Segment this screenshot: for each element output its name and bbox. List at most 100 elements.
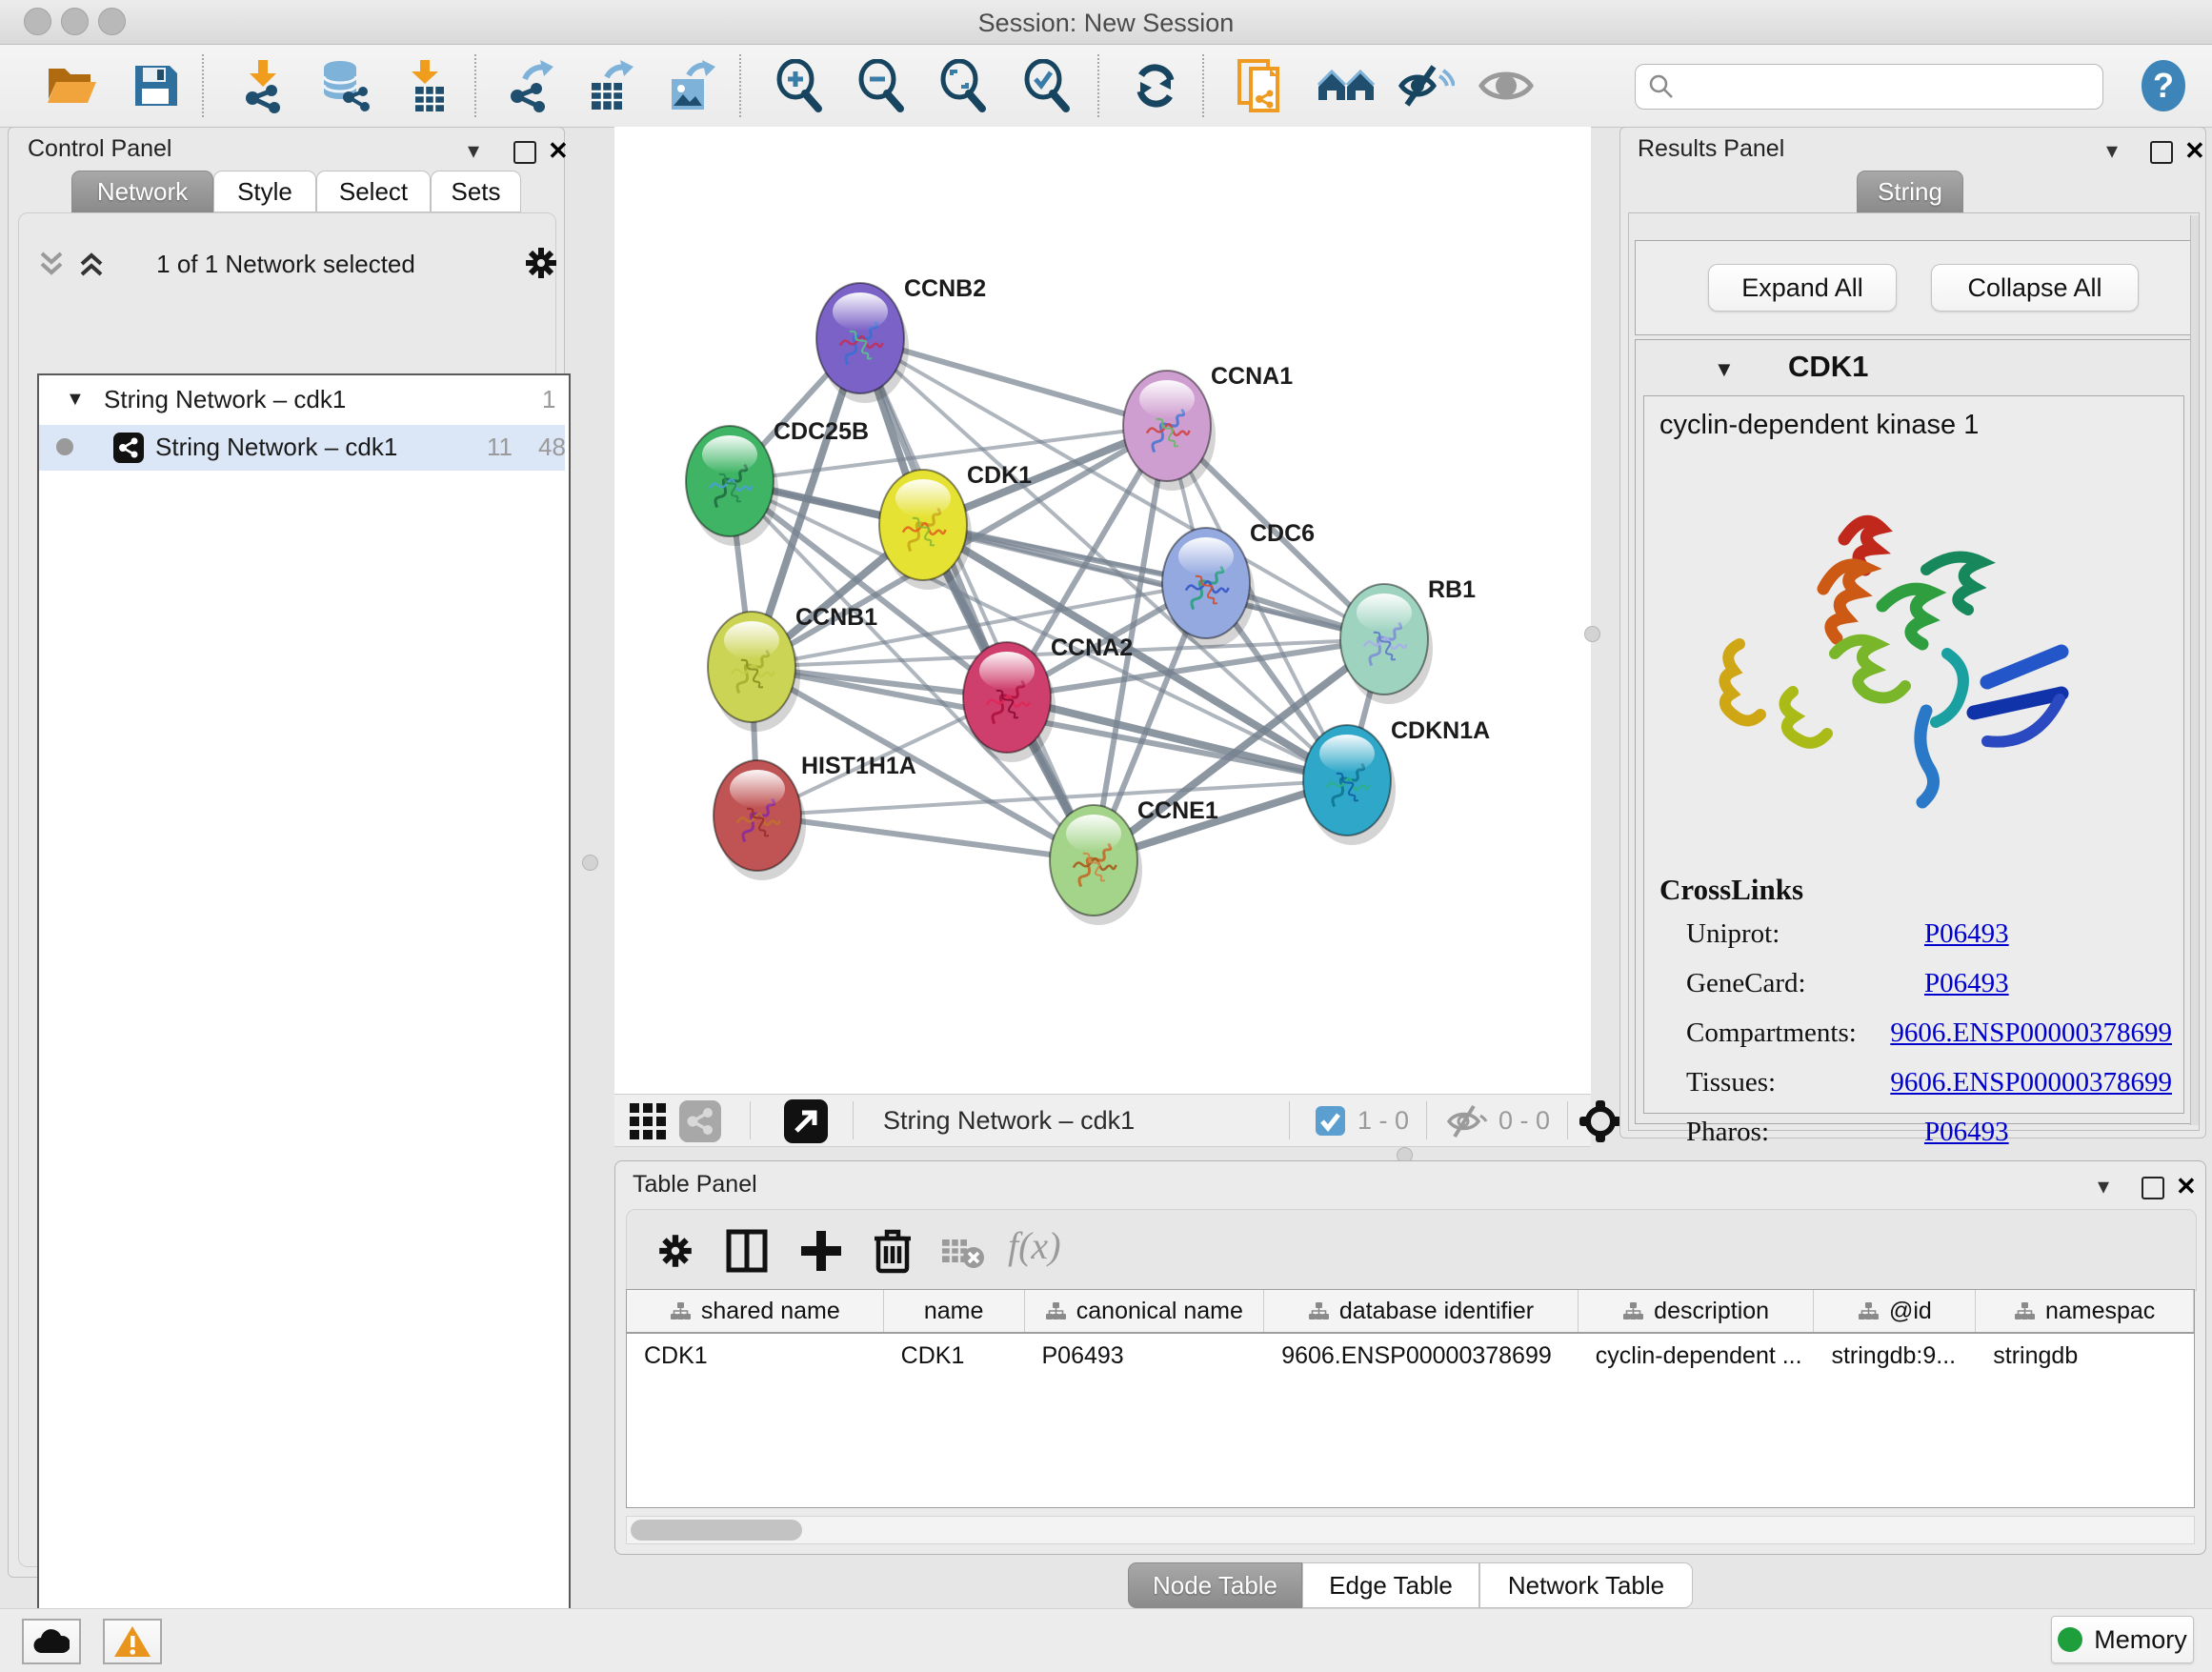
scrollbar-thumb[interactable] [631, 1520, 802, 1541]
column-header-namespac[interactable]: namespac [1976, 1290, 2194, 1332]
tab-sets[interactable]: Sets [431, 171, 521, 212]
expand-all-icon[interactable] [78, 250, 111, 278]
tab-network[interactable]: Network [71, 171, 213, 212]
right-splitter-handle[interactable] [1584, 626, 1600, 642]
help-button[interactable]: ? [2132, 54, 2195, 117]
column-header-name[interactable]: name [884, 1290, 1025, 1332]
network-node-rb1[interactable]: RB1 [1340, 576, 1476, 704]
network-node-cdc25b[interactable]: CDC25B [686, 418, 869, 546]
hide-selected-button[interactable] [1395, 54, 1458, 117]
network-node-cdk1[interactable]: CDK1 [879, 462, 1032, 590]
tab-select[interactable]: Select [316, 171, 431, 212]
results-vertical-scrollbar[interactable] [2190, 215, 2199, 1125]
cell-namespac[interactable]: stringdb [1976, 1334, 2194, 1378]
cloud-icon [33, 1629, 70, 1654]
collection-caret-icon[interactable]: ▼ [66, 389, 85, 411]
crosslink-link[interactable]: P06493 [1924, 1117, 2009, 1148]
delete-table-icon[interactable] [941, 1237, 985, 1269]
save-session-button[interactable] [124, 54, 187, 117]
import-network-database-button[interactable] [312, 54, 375, 117]
export-table-button[interactable] [579, 54, 642, 117]
search-input[interactable] [1683, 69, 2087, 103]
table-panel-close-button[interactable]: ✕ [2176, 1172, 2197, 1201]
first-neighbors-button[interactable] [1315, 54, 1377, 117]
grid-view-icon[interactable] [630, 1103, 668, 1139]
export-image-button[interactable] [659, 54, 722, 117]
table-panel-float-button[interactable]: ▾ [2098, 1173, 2109, 1200]
network-collection-row[interactable]: ▼ String Network – cdk1 1 [39, 377, 565, 423]
column-header--id[interactable]: @id [1814, 1290, 1976, 1332]
show-all-button[interactable] [1475, 54, 1538, 117]
cloud-status-button[interactable] [22, 1619, 81, 1664]
results-panel-close-button[interactable]: ✕ [2184, 136, 2205, 166]
network-node-ccna1[interactable]: CCNA1 [1123, 363, 1293, 491]
memory-button[interactable]: Memory [2051, 1616, 2194, 1663]
control-panel-maximize-button[interactable] [513, 141, 536, 164]
results-panel-maximize-button[interactable] [2150, 141, 2173, 164]
export-network-button[interactable] [499, 54, 562, 117]
column-tree-icon [1622, 1301, 1644, 1321]
database-icon [317, 59, 371, 112]
network-view-footer: String Network – cdk1 1 - 0 0 - 0 [614, 1094, 1591, 1147]
cell-canonical-name[interactable]: P06493 [1025, 1334, 1265, 1378]
crosslink-link[interactable]: P06493 [1924, 918, 2009, 950]
refresh-button[interactable] [1124, 54, 1187, 117]
control-panel-close-button[interactable]: ✕ [548, 136, 569, 166]
cell-shared-name[interactable]: CDK1 [627, 1334, 884, 1378]
network-node-ccnb1[interactable]: CCNB1 [708, 604, 877, 732]
table-horizontal-scrollbar[interactable] [626, 1516, 2195, 1544]
network-canvas[interactable]: CCNB2CCNA1CDC25BCDK1CDC6RB1CCNB1CCNA2CDK… [614, 127, 1591, 1094]
crosslink-link[interactable]: P06493 [1924, 968, 2009, 999]
network-node-hist1h1a[interactable]: HIST1H1A [714, 753, 916, 880]
cell-description[interactable]: cyclin-dependent ... [1579, 1334, 1815, 1378]
import-network-file-button[interactable] [232, 54, 295, 117]
network-options-gear-icon[interactable] [522, 244, 560, 282]
left-splitter-handle[interactable] [582, 855, 598, 871]
warnings-button[interactable] [103, 1619, 162, 1664]
show-columns-icon[interactable] [726, 1229, 768, 1273]
tab-network-table[interactable]: Network Table [1479, 1562, 1693, 1608]
table-panel-maximize-button[interactable] [2142, 1177, 2164, 1199]
control-panel-float-button[interactable]: ▾ [468, 137, 479, 165]
column-header-canonical-name[interactable]: canonical name [1025, 1290, 1265, 1332]
collapse-all-button[interactable]: Collapse All [1931, 264, 2139, 312]
cell-database-identifier[interactable]: 9606.ENSP00000378699 [1264, 1334, 1579, 1378]
crosslink-link[interactable]: 9606.ENSP00000378699 [1890, 1067, 2172, 1098]
cell-name[interactable]: CDK1 [884, 1334, 1025, 1378]
crosslink-link[interactable]: 9606.ENSP00000378699 [1890, 1017, 2172, 1049]
fit-content-button[interactable] [932, 54, 995, 117]
column-header-description[interactable]: description [1579, 1290, 1815, 1332]
expand-all-button[interactable]: Expand All [1708, 264, 1897, 312]
tab-style[interactable]: Style [213, 171, 316, 212]
zoom-selected-button[interactable] [1016, 54, 1078, 117]
table-options-gear-icon[interactable] [655, 1231, 695, 1271]
open-in-window-icon[interactable] [784, 1099, 828, 1143]
cell--id[interactable]: stringdb:9... [1814, 1334, 1976, 1378]
import-table-file-button[interactable] [394, 54, 457, 117]
network-birdseye-share-icon[interactable] [679, 1100, 721, 1142]
results-panel-float-button[interactable]: ▾ [2106, 137, 2118, 165]
birdseye-toggle-icon[interactable] [1579, 1099, 1622, 1143]
tab-string[interactable]: String [1857, 171, 1963, 212]
column-header-shared-name[interactable]: shared name [627, 1290, 884, 1332]
table-row[interactable]: CDK1CDK1P064939606.ENSP00000378699cyclin… [627, 1334, 2194, 1378]
tab-edge-table[interactable]: Edge Table [1302, 1562, 1479, 1608]
node-table[interactable]: shared namenamecanonical namedatabase id… [626, 1289, 2195, 1508]
new-network-from-selection-button[interactable] [1231, 54, 1294, 117]
selected-checkbox-icon[interactable] [1316, 1106, 1345, 1136]
open-session-button[interactable] [40, 54, 103, 117]
network-row-selected[interactable]: String Network – cdk1 11 48 [39, 425, 565, 471]
network-node-ccne1[interactable]: CCNE1 [1050, 797, 1218, 925]
network-node-cdkn1a[interactable]: CDKN1A [1303, 717, 1490, 845]
collapse-all-icon[interactable] [38, 250, 70, 278]
gene-caret-icon[interactable]: ▼ [1714, 357, 1735, 382]
delete-column-trash-icon[interactable] [873, 1227, 913, 1275]
tab-node-table[interactable]: Node Table [1128, 1562, 1302, 1608]
zoom-in-button[interactable] [768, 54, 831, 117]
column-header-database-identifier[interactable]: database identifier [1264, 1290, 1579, 1332]
create-column-plus-icon[interactable] [800, 1229, 842, 1273]
string-network-graph[interactable]: CCNB2CCNA1CDC25BCDK1CDC6RB1CCNB1CCNA2CDK… [614, 127, 1591, 1094]
network-node-cdc6[interactable]: CDC6 [1162, 520, 1315, 648]
network-node-ccnb2[interactable]: CCNB2 [816, 275, 986, 403]
zoom-out-button[interactable] [850, 54, 913, 117]
